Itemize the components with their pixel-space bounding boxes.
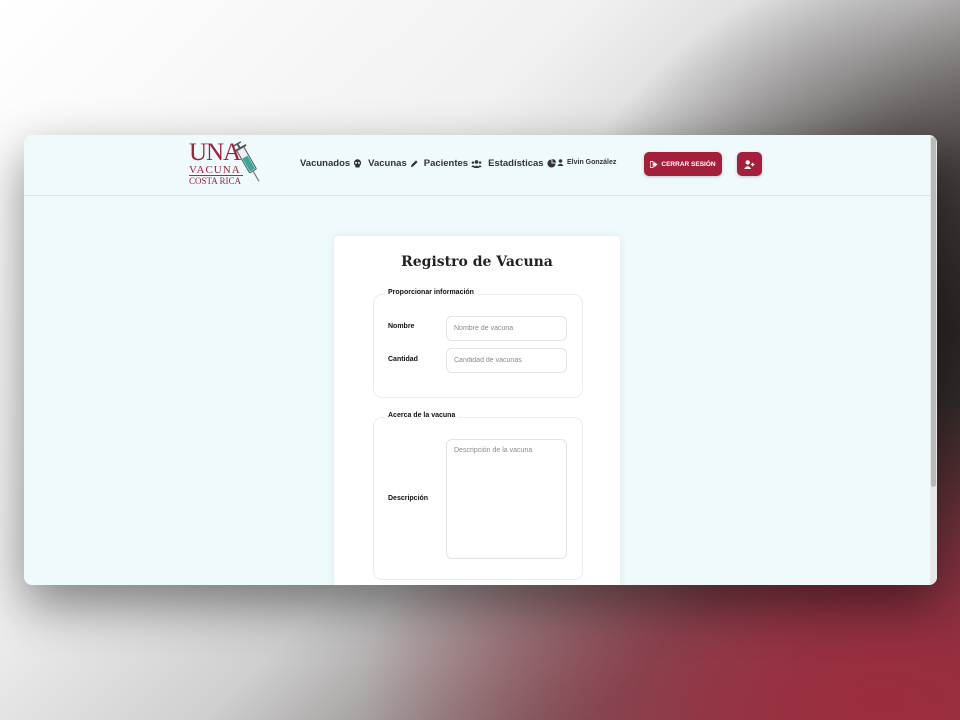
- user-name: Elvin González: [567, 159, 617, 166]
- nav-vacunas[interactable]: Vacunas: [368, 158, 418, 169]
- fieldset-info-legend: Proporcionar información: [385, 289, 477, 296]
- page-scrollbar[interactable]: [930, 135, 937, 585]
- fieldset-info: Proporcionar información Nombre Cantidad: [373, 289, 583, 398]
- nav-estadisticas-label: Estadísticas: [488, 158, 544, 169]
- nav-pacientes-label: Pacientes: [423, 158, 469, 169]
- fieldset-about-legend: Acerca de la vacuna: [385, 412, 459, 419]
- vaccine-registration-card: Registro de Vacuna Proporcionar informac…: [334, 236, 620, 585]
- skull-icon: [354, 159, 362, 168]
- logout-label: CERRAR SESIÓN: [661, 160, 716, 168]
- nav-vacunas-label: Vacunas: [368, 158, 407, 169]
- nav-pacientes[interactable]: Pacientes: [424, 158, 482, 169]
- add-user-button[interactable]: [737, 152, 762, 176]
- vaccine-quantity-input[interactable]: [446, 348, 567, 373]
- nav-vacunados[interactable]: Vacunados: [300, 158, 362, 169]
- logout-button[interactable]: CERRAR SESIÓN: [644, 152, 722, 176]
- vaccine-name-input[interactable]: [446, 316, 567, 341]
- pencil-icon: [410, 159, 418, 167]
- pie-chart-icon: [547, 159, 556, 168]
- navbar: UNA VACUNA COSTA RICA Vacunados Vacunas …: [24, 135, 930, 196]
- nav-vacunados-label: Vacunados: [300, 158, 351, 169]
- quantity-label: Cantidad: [388, 356, 418, 363]
- fieldset-about: Acerca de la vacuna Descripción: [373, 412, 583, 580]
- name-label: Nombre: [388, 323, 415, 330]
- main-nav: Vacunados Vacunas Pacientes Estadísticas: [300, 158, 556, 169]
- description-label: Descripción: [388, 495, 429, 502]
- users-icon: [471, 159, 482, 168]
- browser-window: UNA VACUNA COSTA RICA Vacunados Vacunas …: [24, 135, 937, 585]
- una-vacuna-logo[interactable]: UNA VACUNA COSTA RICA: [189, 140, 267, 188]
- scrollbar-thumb[interactable]: [931, 137, 936, 487]
- sign-out-icon: [650, 160, 659, 168]
- vaccine-description-textarea[interactable]: [446, 439, 567, 559]
- syringe-icon: [233, 141, 260, 182]
- current-user[interactable]: Elvin González: [557, 159, 616, 166]
- nav-estadisticas[interactable]: Estadísticas: [488, 158, 556, 169]
- user-plus-icon: [744, 159, 755, 169]
- user-icon: [557, 159, 564, 166]
- page-title: Registro de Vacuna: [401, 254, 553, 270]
